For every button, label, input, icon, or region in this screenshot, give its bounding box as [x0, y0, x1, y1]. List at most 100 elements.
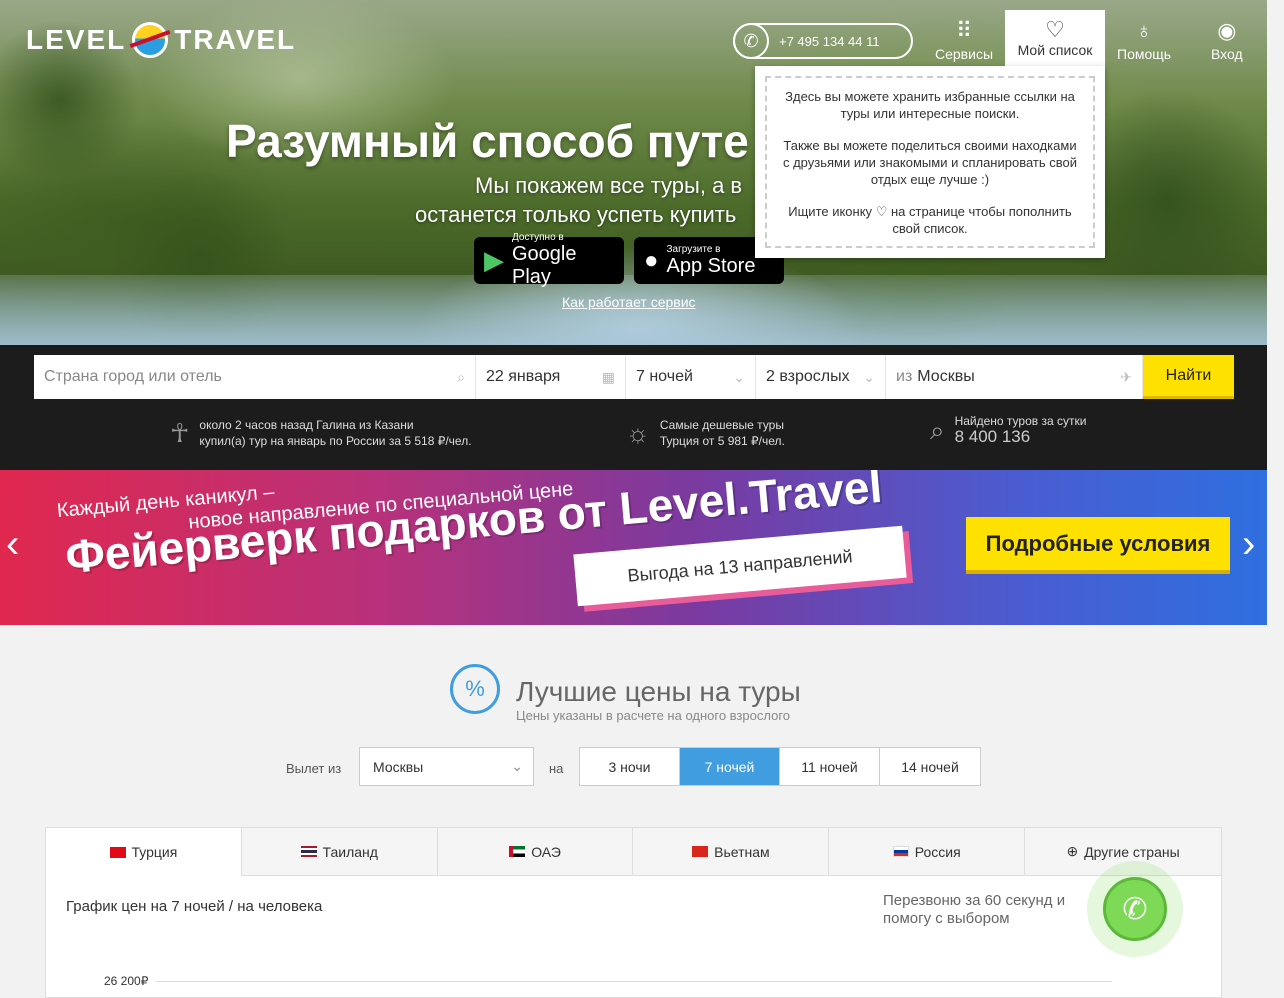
departure-select[interactable]: Москвы ⌄: [359, 747, 534, 786]
tab-uae-label: ОАЭ: [531, 843, 561, 860]
banner-details-button[interactable]: Подробные условия: [966, 517, 1230, 574]
sun-waves-icon: ☼: [626, 418, 650, 448]
guests-field[interactable]: 2 взрослых ⌄: [756, 355, 886, 399]
sun-logo-icon: [132, 22, 169, 58]
phone-button[interactable]: ✆ +7 495 134 44 11: [733, 23, 913, 59]
thailand-flag-icon: [300, 846, 317, 857]
date-field[interactable]: 22 января ▦: [476, 355, 626, 399]
hero-subtitle-line1: Мы покажем все туры, а в: [475, 173, 743, 198]
ticker-3-line2: 8 400 136: [954, 427, 1031, 446]
ticker-3-line1: Найдено туров за сутки: [954, 414, 1087, 428]
best-prices-title: Лучшие цены на туры: [516, 676, 801, 707]
departure-select-value: Москвы: [373, 758, 424, 775]
tab-vietnam-label: Вьетнам: [714, 843, 770, 860]
nav-services[interactable]: ⠿ Сервисы: [935, 16, 993, 62]
nav-services-label: Сервисы: [935, 46, 994, 62]
hero-title: Разумный способ путе: [226, 115, 749, 167]
percent-badge-icon: %: [450, 664, 500, 714]
ticker-found-tours: ⌕ Найдено туров за сутки 8 400 136: [930, 413, 1086, 446]
hero-pool: [0, 275, 1267, 345]
phone-icon: ✆: [1122, 892, 1148, 926]
callback-phone-button[interactable]: ✆: [1103, 877, 1167, 941]
google-play-big: Google Play: [512, 243, 577, 288]
logo[interactable]: LEVEL TRAVEL: [26, 22, 296, 58]
phone-icon: ✆: [733, 23, 769, 59]
chevron-down-icon: ⌄: [733, 368, 745, 385]
for-label: на: [549, 761, 564, 776]
nights-field[interactable]: 7 ночей ⌄: [626, 355, 756, 399]
tab-russia[interactable]: Россия: [829, 828, 1026, 876]
find-button[interactable]: Найти: [1143, 355, 1234, 399]
nav-login-label: Вход: [1211, 46, 1243, 62]
promo-banner[interactable]: ‹ › Каждый день каникул – новое направле…: [0, 470, 1267, 625]
callback-text: Перезвоню за 60 секунд и помогу с выборо…: [883, 892, 1065, 928]
destination-placeholder: Страна город или отель: [44, 368, 222, 385]
chevron-down-icon: ⌄: [511, 758, 523, 774]
popup-text-2: Также вы можете поделиться своими находк…: [782, 138, 1078, 187]
callback-line1: Перезвоню за 60 секунд и: [883, 892, 1066, 909]
best-prices-subtitle: Цены указаны в расчете на одного взросло…: [516, 708, 791, 723]
user-icon: ◉: [1217, 18, 1237, 43]
chevron-left-icon[interactable]: ‹: [6, 522, 19, 567]
apple-icon: ●: [644, 246, 659, 274]
nights-option-14[interactable]: 14 ночей: [880, 748, 980, 785]
nav-login[interactable]: ◉ Вход: [1211, 16, 1243, 62]
departure-city-field[interactable]: из Москвы ✈: [886, 355, 1143, 399]
popup-text-3a: Ищите иконку: [788, 204, 873, 219]
tab-other-label: Другие страны: [1084, 843, 1180, 860]
lightbulb-icon: ♁: [1135, 18, 1153, 43]
app-store-big: App Store: [666, 254, 756, 277]
ticker-2-line2: Турция от 5 981 ₽/чел.: [659, 434, 785, 448]
heart-icon: ♡: [875, 204, 891, 219]
ticker-1-line2: купил(а) тур на январь по России за 5 51…: [199, 434, 472, 448]
ticker-cheapest: ☼ Самые дешевые туры Турция от 5 981 ₽/ч…: [626, 417, 785, 449]
grid-icon: ⠿: [955, 18, 973, 43]
vietnam-flag-icon: [692, 846, 709, 857]
nights-option-11[interactable]: 11 ночей: [780, 748, 880, 785]
tab-russia-label: Россия: [914, 843, 961, 860]
popup-text-1: Здесь вы можете хранить избранные ссылки…: [785, 89, 1075, 121]
google-play-button[interactable]: ▶ Доступно в Google Play: [474, 232, 624, 288]
logo-text-right: TRAVEL: [174, 24, 297, 55]
guests-value: 2 взрослых: [766, 368, 850, 385]
ticker-recent-purchase: ☥ около 2 часов назад Галина из Казани к…: [170, 417, 472, 449]
tab-thailand-label: Таиланд: [322, 843, 378, 860]
tab-vietnam[interactable]: Вьетнам: [633, 828, 830, 876]
ticker-1-line1: около 2 часов назад Галина из Казани: [199, 418, 414, 432]
app-store-small: Загрузите в: [666, 243, 721, 255]
nav-help-label: Помощь: [1117, 46, 1172, 62]
plane-icon: ✈: [1120, 368, 1132, 385]
destination-input[interactable]: Страна город или отель ⌕: [34, 355, 476, 399]
tab-uae[interactable]: ОАЭ: [437, 828, 634, 876]
chart-y-label: 26 200₽: [104, 974, 149, 988]
chevron-right-icon[interactable]: ›: [1242, 522, 1255, 567]
tab-thailand[interactable]: Таиланд: [241, 828, 438, 876]
calendar-icon: ▦: [601, 368, 615, 385]
chart-gridline: [156, 981, 1112, 982]
globe-icon: ⊕: [1066, 843, 1079, 859]
from-prefix: из: [896, 368, 913, 385]
tab-turkey-label: Турция: [131, 844, 178, 860]
nav-help[interactable]: ♁ Помощь: [1117, 16, 1171, 62]
search-icon: ⌕: [457, 368, 465, 385]
google-play-icon: ▶: [484, 245, 504, 275]
banner-tag: Выгода на 13 направлений: [573, 525, 907, 607]
callback-line2: помогу с выбором: [883, 910, 1010, 927]
nights-value: 7 ночей: [636, 368, 693, 385]
departure-label: Вылет из: [286, 761, 342, 776]
turkey-flag-icon: [109, 846, 126, 858]
nav-my-list[interactable]: ♡ Мой список: [1005, 10, 1105, 66]
ticker-2-line1: Самые дешевые туры: [659, 418, 784, 432]
logo-text-left: LEVEL: [26, 24, 127, 55]
tab-turkey[interactable]: Турция: [46, 828, 242, 876]
hero-subtitle-line2: останется только успеть купить: [415, 202, 737, 227]
how-it-works-link[interactable]: Как работает сервис: [562, 294, 696, 310]
nights-option-7[interactable]: 7 ночей: [680, 748, 780, 785]
google-play-small: Доступно в: [512, 232, 564, 243]
magnifier-icon: ⌕: [930, 414, 945, 445]
tab-other-countries[interactable]: ⊕ Другие страны: [1025, 828, 1221, 876]
nav-my-list-label: Мой список: [1017, 42, 1093, 58]
russia-flag-icon: [892, 846, 909, 857]
search-bar: Страна город или отель ⌕ 22 января ▦ 7 н…: [0, 345, 1267, 470]
nights-option-3[interactable]: 3 ночи: [580, 748, 680, 785]
